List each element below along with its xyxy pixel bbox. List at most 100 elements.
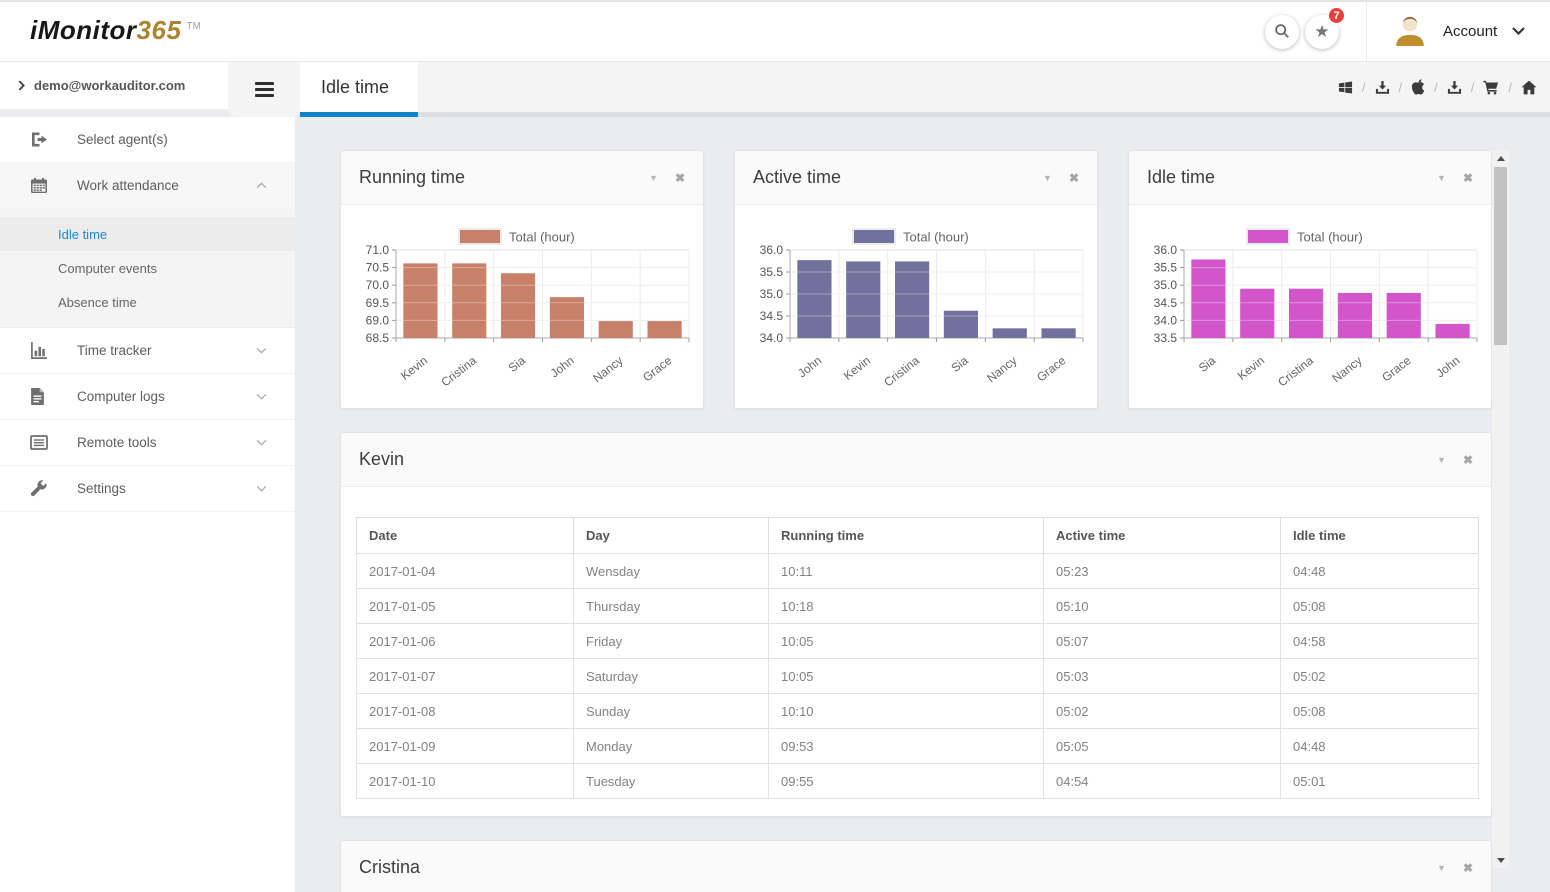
bar-grace bbox=[647, 321, 681, 338]
panel-title: Kevin bbox=[359, 449, 1437, 470]
calendar-icon bbox=[30, 177, 49, 194]
svg-text:34.0: 34.0 bbox=[1154, 313, 1178, 327]
chevron-down-icon bbox=[256, 485, 267, 492]
bar-kevin bbox=[1240, 289, 1274, 338]
apple-icon[interactable] bbox=[1411, 79, 1425, 95]
bar-cristina bbox=[1289, 289, 1323, 338]
close-button[interactable]: ✖ bbox=[1069, 171, 1079, 185]
svg-text:35.5: 35.5 bbox=[1154, 261, 1178, 275]
collapse-button[interactable]: ▼ bbox=[649, 173, 658, 183]
chevron-right-icon bbox=[18, 80, 25, 91]
table-cell: 2017-01-07 bbox=[357, 659, 574, 694]
sidebar-item-remote-tools[interactable]: Remote tools bbox=[0, 420, 295, 466]
collapse-button[interactable]: ▼ bbox=[1437, 863, 1446, 873]
sidebar-item-label: Computer logs bbox=[77, 389, 256, 404]
search-button[interactable] bbox=[1265, 15, 1299, 49]
chevron-up-icon bbox=[256, 182, 267, 189]
bar-nancy bbox=[1338, 293, 1372, 338]
svg-text:Grace: Grace bbox=[1034, 353, 1069, 384]
svg-text:Cristina: Cristina bbox=[438, 353, 479, 389]
sidebar-toggle-button[interactable] bbox=[255, 82, 274, 97]
bar-chart-idle-time: Total (hour)33.534.034.535.035.536.0SiaK… bbox=[1129, 205, 1491, 407]
chart-body: Total (hour)68.569.069.570.070.571.0Kevi… bbox=[341, 205, 703, 412]
agent-email-toggle[interactable]: demo@workauditor.com bbox=[0, 62, 228, 110]
tab-idle-time[interactable]: Idle time bbox=[300, 62, 418, 117]
platform-toolbar: ///// bbox=[418, 62, 1550, 117]
collapse-icon: ▼ bbox=[1437, 173, 1446, 183]
attendance-table: DateDayRunning timeActive timeIdle time2… bbox=[356, 517, 1479, 799]
header-divider bbox=[1366, 1, 1367, 61]
toolbar-separator: / bbox=[1508, 80, 1512, 95]
table-cell: Sunday bbox=[574, 694, 769, 729]
vertical-scrollbar[interactable] bbox=[1492, 150, 1509, 868]
bar-grace bbox=[1041, 328, 1075, 338]
chevron-down-icon bbox=[256, 347, 267, 354]
table-cell: Monday bbox=[574, 729, 769, 764]
svg-text:Sia: Sia bbox=[948, 353, 971, 375]
svg-text:36.0: 36.0 bbox=[760, 243, 784, 257]
bar-chart-active-time: Total (hour)34.034.535.035.536.0JohnKevi… bbox=[735, 205, 1097, 407]
panel-active-time: Active time▼✖Total (hour)34.034.535.035.… bbox=[734, 150, 1098, 409]
sidebar-item-time-tracker[interactable]: Time tracker bbox=[0, 328, 295, 374]
account-menu[interactable]: Account bbox=[1392, 9, 1525, 53]
table-row: 2017-01-04Wensday10:1105:2304:48 bbox=[357, 554, 1479, 589]
collapse-button[interactable]: ▼ bbox=[1043, 173, 1052, 183]
close-button[interactable]: ✖ bbox=[675, 171, 685, 185]
collapse-button[interactable]: ▼ bbox=[1437, 173, 1446, 183]
svg-text:35.0: 35.0 bbox=[1154, 278, 1178, 292]
bar-sia bbox=[1191, 260, 1225, 338]
table-cell: 05:03 bbox=[1044, 659, 1281, 694]
svg-text:35.0: 35.0 bbox=[760, 287, 784, 301]
table-row: 2017-01-08Sunday10:1005:0205:08 bbox=[357, 694, 1479, 729]
download-icon[interactable] bbox=[1447, 80, 1462, 95]
sidebar-subitem-absence-time[interactable]: Absence time bbox=[0, 285, 295, 319]
sidebar-item-label: Remote tools bbox=[77, 435, 256, 450]
cart-icon[interactable] bbox=[1483, 80, 1499, 95]
sidebar-subitem-idle-time[interactable]: Idle time bbox=[0, 217, 295, 251]
close-button[interactable]: ✖ bbox=[1463, 861, 1473, 875]
home-icon[interactable] bbox=[1521, 80, 1537, 95]
svg-text:Nancy: Nancy bbox=[984, 353, 1019, 385]
panel-header: Running time▼✖ bbox=[341, 151, 703, 205]
sidebar-item-work-attendance[interactable]: Work attendance bbox=[0, 163, 295, 209]
sidebar-item-computer-logs[interactable]: Computer logs bbox=[0, 374, 295, 420]
sidebar-item-label: Time tracker bbox=[77, 343, 256, 358]
panel-actions: ▼✖ bbox=[649, 171, 685, 185]
column-header-date: Date bbox=[357, 518, 574, 554]
hamburger-icon bbox=[255, 82, 274, 85]
svg-text:35.5: 35.5 bbox=[760, 265, 784, 279]
sidebar-item-settings[interactable]: Settings bbox=[0, 466, 295, 512]
bar-cristina bbox=[452, 263, 486, 338]
scroll-down-button[interactable] bbox=[1492, 852, 1509, 868]
svg-text:Nancy: Nancy bbox=[590, 353, 625, 385]
table-cell: 04:48 bbox=[1281, 729, 1479, 764]
table-cell: 10:05 bbox=[769, 624, 1044, 659]
bar-sia bbox=[944, 311, 978, 338]
windows-icon[interactable] bbox=[1338, 80, 1353, 95]
document-icon bbox=[30, 388, 49, 405]
panel-actions: ▼✖ bbox=[1437, 171, 1473, 185]
collapse-button[interactable]: ▼ bbox=[1437, 455, 1446, 465]
top-header: iMonitor365TM ★ 7 Account bbox=[0, 0, 1550, 62]
scroll-up-button[interactable] bbox=[1492, 150, 1509, 166]
close-button[interactable]: ✖ bbox=[1463, 171, 1473, 185]
legend-label: Total (hour) bbox=[509, 230, 575, 245]
star-icon: ★ bbox=[1314, 22, 1329, 42]
panel-running-time: Running time▼✖Total (hour)68.569.069.570… bbox=[340, 150, 704, 409]
toolbar-separator: / bbox=[1399, 80, 1403, 95]
toolbar-separator: / bbox=[1434, 80, 1438, 95]
hamburger-cell bbox=[228, 62, 300, 117]
table-cell: 05:01 bbox=[1281, 764, 1479, 799]
download-icon[interactable] bbox=[1375, 80, 1390, 95]
table-cell: 04:48 bbox=[1281, 554, 1479, 589]
sidebar-item-select-agents[interactable]: Select agent(s) bbox=[0, 117, 295, 163]
table-cell: 10:05 bbox=[769, 659, 1044, 694]
svg-text:Cristina: Cristina bbox=[1275, 353, 1316, 389]
table-cell: 04:54 bbox=[1044, 764, 1281, 799]
svg-text:Kevin: Kevin bbox=[398, 353, 430, 383]
sidebar-submenu: Idle timeComputer eventsAbsence time bbox=[0, 209, 295, 328]
close-button[interactable]: ✖ bbox=[1463, 453, 1473, 467]
table-cell: 2017-01-08 bbox=[357, 694, 574, 729]
sidebar-subitem-computer-events[interactable]: Computer events bbox=[0, 251, 295, 285]
scroll-thumb[interactable] bbox=[1494, 167, 1507, 345]
